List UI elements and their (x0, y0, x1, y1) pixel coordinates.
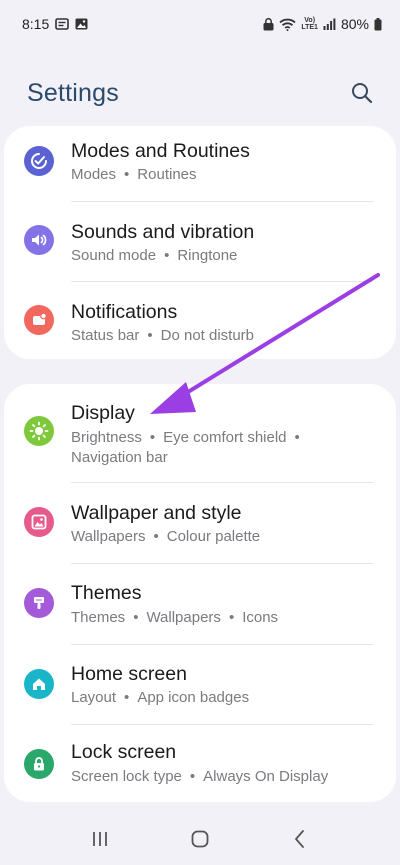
settings-group-2: Display Brightness • Eye comfort shield • N… (4, 384, 396, 802)
item-subtitle: Status bar • Do not disturb (71, 327, 255, 344)
settings-item-lock-screen[interactable]: Lock screen Screen lock type • Always On D… (4, 725, 396, 802)
battery-icon (374, 17, 382, 31)
recent-apps-icon (93, 831, 107, 846)
search-icon (352, 83, 373, 104)
lock-status-icon (263, 17, 274, 31)
item-subtitle: Brightness • Eye comfort shield • Navigatio… (71, 429, 300, 466)
item-subtitle: Modes • Routines (71, 166, 197, 183)
item-title: Home screen (71, 663, 187, 685)
settings-item-themes[interactable]: Themes Themes • Wallpapers • Icons (4, 564, 396, 644)
message-icon (55, 18, 70, 30)
item-subtitle: Screen lock type • Always On Display (71, 768, 329, 785)
item-subtitle: Wallpapers • Colour palette (71, 528, 261, 545)
system-nav-bar (0, 812, 400, 865)
lock-icon (24, 749, 54, 779)
item-subtitle: Layout • App icon badges (71, 689, 250, 706)
item-title: Notifications (71, 301, 178, 323)
home-button[interactable] (180, 819, 220, 859)
settings-item-modes-routines[interactable]: Modes and Routines Modes • Routines (4, 126, 396, 204)
settings-group-1: Modes and Routines Modes • Routines Sounds… (4, 126, 396, 359)
item-title: Modes and Routines (71, 140, 250, 162)
settings-item-home-screen[interactable]: Home screen Layout • App icon badges (4, 645, 396, 725)
wifi-icon (279, 18, 296, 31)
image-icon (24, 507, 54, 537)
settings-item-notifications[interactable]: Notifications Status bar • Do not disturb (4, 282, 396, 359)
gallery-icon (75, 18, 88, 30)
check-circle-icon (24, 146, 54, 176)
status-time: 8:15 (22, 16, 50, 32)
settings-item-display[interactable]: Display Brightness • Eye comfort shield • N… (4, 384, 396, 482)
back-button[interactable] (280, 819, 320, 859)
notification-icon (24, 305, 54, 335)
settings-item-sounds-vibration[interactable]: Sounds and vibration Sound mode • Ringtone (4, 202, 396, 282)
page-title: Settings (27, 78, 119, 107)
signal-icon (323, 18, 336, 30)
home-nav-icon (191, 830, 209, 847)
speaker-icon (24, 225, 54, 255)
settings-screen: 8:15 Vo) LTE1 80% Settings Modes and Rou… (0, 0, 400, 865)
sun-icon (24, 416, 54, 446)
lte-indicator: Vo) LTE1 (301, 17, 318, 31)
battery-percent: 80% (340, 16, 369, 32)
item-title: Wallpaper and style (71, 502, 242, 524)
item-subtitle: Themes • Wallpapers • Icons (71, 609, 279, 626)
header: Settings (0, 70, 400, 116)
settings-item-wallpaper-style[interactable]: Wallpaper and style Wallpapers • Colour pa… (4, 483, 396, 563)
item-title: Lock screen (71, 741, 177, 763)
item-subtitle: Sound mode • Ringtone (71, 247, 238, 264)
back-icon (295, 829, 304, 848)
recent-apps-button[interactable] (80, 819, 120, 859)
status-bar: 8:15 Vo) LTE1 80% (0, 0, 400, 48)
search-button[interactable] (348, 79, 376, 107)
item-title: Display (71, 402, 135, 424)
theme-brush-icon (24, 588, 54, 618)
home-icon (24, 669, 54, 699)
item-title: Sounds and vibration (71, 221, 255, 243)
item-title: Themes (71, 582, 142, 604)
